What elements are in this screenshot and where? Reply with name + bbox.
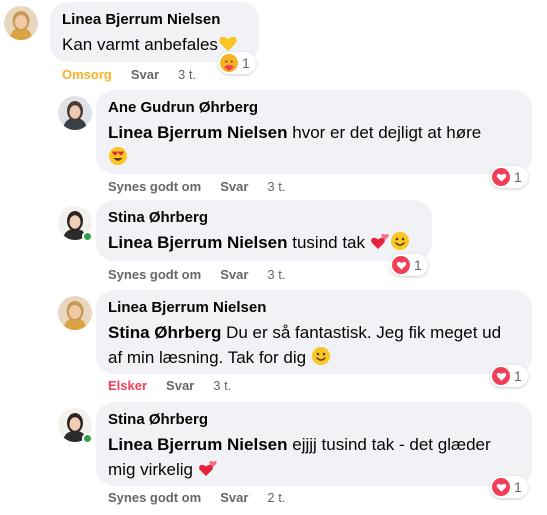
mention-link[interactable]: Stina Øhrberg [108,323,221,342]
comment-actions: Synes godt om Svar 3 t. [108,267,285,282]
like-button[interactable]: Synes godt om [108,490,201,505]
reply-button[interactable]: Svar [220,490,248,505]
online-status-indicator [82,231,93,242]
comment-text-content: tusind tak [287,233,370,252]
two-hearts-icon [370,231,390,251]
comment-timestamp[interactable]: 3 t. [267,179,285,194]
comment-text-line: ejjjj tusind tak - det glæder [287,435,491,454]
care-reaction-icon [220,54,238,72]
yellow-heart-icon [218,33,238,53]
reaction-count: 1 [242,55,250,71]
comment-timestamp[interactable]: 3 t. [178,67,196,82]
comment-text-line: af min læsning. Tak for dig [108,348,311,367]
reply-button[interactable]: Svar [220,179,248,194]
avatar-image [4,6,38,40]
mention-link[interactable]: Linea Bjerrum Nielsen [108,123,288,142]
online-status-indicator [82,433,93,444]
comment-bubble: Stina Øhrberg Linea Bjerrum Nielsen ejjj… [96,402,532,486]
comment: Ane Gudrun Øhrberg Linea Bjerrum Nielsen… [0,90,547,200]
comment-text: Linea Bjerrum Nielsen ejjjj tusind tak -… [108,432,520,482]
comment-actions: Elsker Svar 3 t. [108,378,231,393]
reaction-badge[interactable]: 1 [490,365,528,387]
comment-author[interactable]: Linea Bjerrum Nielsen [108,298,520,318]
avatar[interactable] [58,296,92,330]
comment-author[interactable]: Stina Øhrberg [108,410,520,430]
love-reaction-icon [492,478,510,496]
avatar[interactable] [58,96,92,130]
avatar-image [58,96,92,130]
comment-text: Linea Bjerrum Nielsen hvor er det dejlig… [108,120,520,170]
reply-button[interactable]: Svar [131,67,159,82]
smile-icon [311,346,331,366]
two-hearts-icon [198,458,218,478]
comment-text-line: mig virkelig [108,460,198,479]
comment-author[interactable]: Linea Bjerrum Nielsen [62,10,247,30]
comment-timestamp[interactable]: 2 t. [267,490,285,505]
reaction-count: 1 [514,368,522,384]
comment-text: Linea Bjerrum Nielsen tusind tak [108,230,420,255]
like-button[interactable]: Synes godt om [108,267,201,282]
reaction-badge[interactable]: 1 [218,52,256,74]
comment: Linea Bjerrum Nielsen Kan varmt anbefale… [0,0,547,90]
reaction-badge[interactable]: 1 [490,476,528,498]
comment: Linea Bjerrum Nielsen Stina Øhrberg Du e… [0,290,547,402]
mention-link[interactable]: Linea Bjerrum Nielsen [108,435,288,454]
comment-bubble: Linea Bjerrum Nielsen Stina Øhrberg Du e… [96,290,532,374]
comment-bubble: Ane Gudrun Øhrberg Linea Bjerrum Nielsen… [96,90,532,174]
comment-text-content: Kan varmt anbefales [62,35,218,54]
love-reaction-icon [492,168,510,186]
avatar[interactable] [4,6,38,40]
comment-actions: Omsorg Svar 3 t. [62,67,196,82]
comment: Stina Øhrberg Linea Bjerrum Nielsen ejjj… [0,402,547,515]
reply-button[interactable]: Svar [166,378,194,393]
comment-author[interactable]: Ane Gudrun Øhrberg [108,98,520,118]
comment-actions: Synes godt om Svar 2 t. [108,490,285,505]
comment-actions: Synes godt om Svar 3 t. [108,179,285,194]
smile-icon [390,231,410,251]
avatar-image [58,296,92,330]
react-button[interactable]: Omsorg [62,67,112,82]
comment: Stina Øhrberg Linea Bjerrum Nielsen tusi… [0,200,547,290]
reply-button[interactable]: Svar [220,267,248,282]
reaction-badge[interactable]: 1 [390,254,428,276]
comment-timestamp[interactable]: 3 t. [267,267,285,282]
love-button[interactable]: Elsker [108,378,147,393]
comment-text: Stina Øhrberg Du er så fantastisk. Jeg f… [108,320,520,370]
comment-bubble: Stina Øhrberg Linea Bjerrum Nielsen tusi… [96,200,432,261]
like-button[interactable]: Synes godt om [108,179,201,194]
reaction-count: 1 [514,479,522,495]
love-reaction-icon [392,256,410,274]
reaction-count: 1 [414,257,422,273]
comment-timestamp[interactable]: 3 t. [213,378,231,393]
comment-text-line: Du er så fantastisk. Jeg fik meget ud [221,323,502,342]
comment-text-content: hvor er det dejligt at høre [287,123,482,142]
reaction-badge[interactable]: 1 [490,166,528,188]
comment-author[interactable]: Stina Øhrberg [108,208,420,228]
reaction-count: 1 [514,169,522,185]
heart-eyes-icon [108,146,128,166]
love-reaction-icon [492,367,510,385]
mention-link[interactable]: Linea Bjerrum Nielsen [108,233,288,252]
